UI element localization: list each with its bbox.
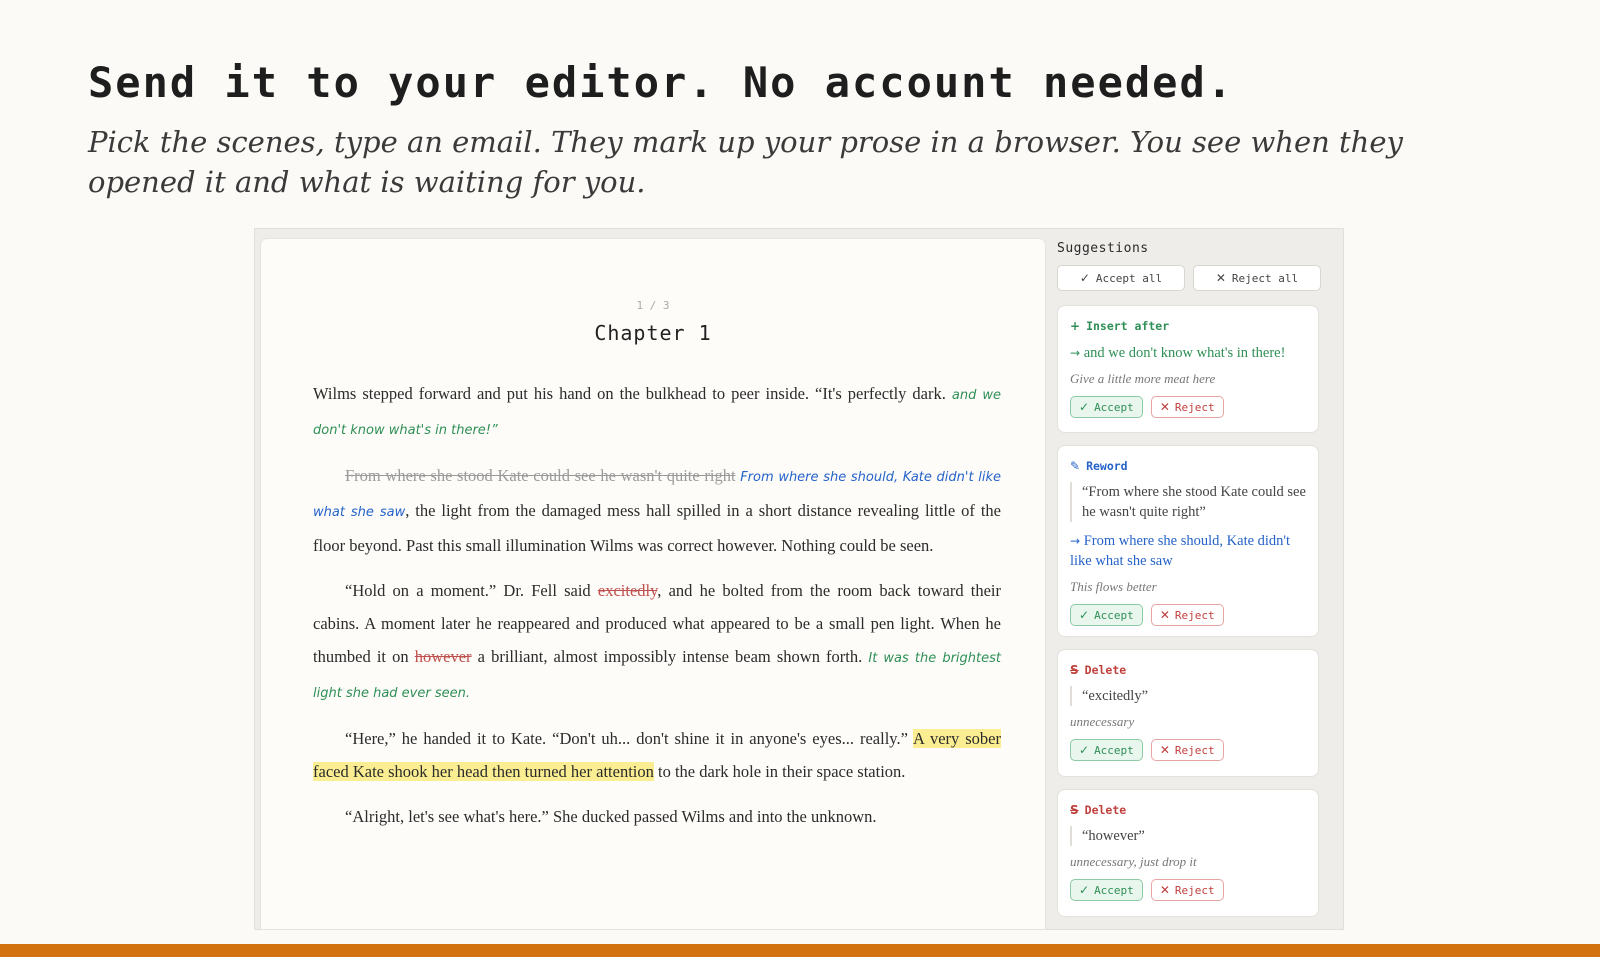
x-icon: ✕ — [1159, 883, 1170, 897]
check-icon: ✓ — [1079, 608, 1090, 622]
original-text: “however” — [1070, 826, 1306, 846]
accept-all-button[interactable]: ✓ Accept all — [1057, 265, 1185, 291]
paragraph-3: “Hold on a moment.” Dr. Fell said excite… — [313, 574, 1001, 710]
strikethrough-icon: S — [1070, 663, 1079, 677]
reject-button[interactable]: ✕ Reject — [1150, 604, 1224, 626]
paragraph-text: a brilliant, almost impossibly intense b… — [471, 647, 863, 666]
hero-headline: Send it to your editor. No account neede… — [88, 58, 1235, 107]
proposed-text: → and we don't know what's in there! — [1070, 345, 1286, 361]
paragraph-text: “Here,” he handed it to Kate. “Don't uh.… — [345, 729, 913, 748]
accept-all-label: Accept all — [1095, 271, 1163, 285]
chapter-title: Chapter 1 — [594, 321, 712, 345]
check-icon: ✓ — [1079, 271, 1090, 285]
hero-subline: Pick the scenes, type an email. They mar… — [88, 125, 1403, 199]
suggestion-card-reword[interactable]: ✎ Reword “From where she stood Kate coul… — [1057, 445, 1319, 637]
editor-note: unnecessary — [1070, 714, 1135, 729]
suggestion-type: ✎ Reword — [1070, 459, 1128, 473]
arrow-right-icon: → — [1070, 346, 1081, 360]
x-icon: ✕ — [1159, 608, 1170, 622]
reject-button[interactable]: ✕ Reject — [1150, 879, 1224, 901]
suggestions-title: Suggestions — [1057, 241, 1149, 256]
suggestion-type: + Insert after — [1070, 319, 1170, 333]
accept-button[interactable]: ✓ Accept — [1070, 396, 1143, 418]
check-icon: ✓ — [1079, 883, 1090, 897]
paragraph-text: to the dark hole in their space station. — [653, 762, 906, 781]
suggestion-card-insert[interactable]: + Insert after → and we don't know what'… — [1057, 305, 1319, 433]
paragraph-text: “Hold on a moment.” Dr. Fell said — [345, 581, 598, 600]
page-counter: 1 / 3 — [636, 299, 670, 312]
paragraph-text: , the light from the damaged mess hall s… — [313, 501, 1001, 555]
suggestion-card-delete[interactable]: S Delete “excitedly” unnecessary ✓ Accept… — [1057, 649, 1319, 777]
x-icon: ✕ — [1215, 271, 1226, 285]
reject-button[interactable]: ✕ Reject — [1150, 739, 1224, 761]
suggestion-type: S Delete — [1070, 663, 1127, 677]
reject-all-label: Reject all — [1231, 271, 1299, 285]
paragraph-1: Wilms stepped forward and put his hand o… — [313, 377, 1001, 447]
paragraph-text: Wilms stepped forward and put his hand o… — [313, 384, 946, 403]
reject-button[interactable]: ✕ Reject — [1150, 396, 1224, 418]
paragraph-text: “Alright, let's see what's here.” She du… — [345, 807, 877, 826]
editor-note: Give a little more meat here — [1070, 371, 1216, 386]
manuscript-page: 1 / 3 Chapter 1 Wilms stepped forward an… — [261, 239, 1045, 929]
accept-button[interactable]: ✓ Accept — [1070, 879, 1143, 901]
pencil-icon: ✎ — [1070, 459, 1081, 473]
reject-all-button[interactable]: ✕ Reject all — [1193, 265, 1321, 291]
accept-button[interactable]: ✓ Accept — [1070, 604, 1143, 626]
original-text: “excitedly” — [1070, 686, 1306, 706]
deleted-text[interactable]: excitedly — [598, 581, 657, 600]
accept-button[interactable]: ✓ Accept — [1070, 739, 1143, 761]
paragraph-5: “Alright, let's see what's here.” She du… — [313, 800, 1001, 833]
suggestions-panel: Suggestions ✓ Accept all ✕ Reject all + … — [1055, 229, 1337, 929]
deleted-text[interactable]: From where she stood Kate could see he w… — [345, 466, 736, 485]
check-icon: ✓ — [1079, 743, 1090, 757]
suggestion-card-delete[interactable]: S Delete “however” unnecessary, just dro… — [1057, 789, 1319, 917]
suggestion-type: S Delete — [1070, 803, 1127, 817]
x-icon: ✕ — [1159, 400, 1170, 414]
plus-icon: + — [1070, 319, 1081, 333]
footer-accent-bar — [0, 944, 1600, 957]
paragraph-4: “Here,” he handed it to Kate. “Don't uh.… — [313, 722, 1001, 788]
original-text: “From where she stood Kate could see he … — [1070, 482, 1306, 522]
manuscript-text: Wilms stepped forward and put his hand o… — [313, 377, 1001, 845]
x-icon: ✕ — [1159, 743, 1170, 757]
strikethrough-icon: S — [1070, 803, 1079, 817]
editor-note: unnecessary, just drop it — [1070, 854, 1197, 869]
deleted-text[interactable]: however — [415, 647, 472, 666]
proposed-text: → From where she should, Kate didn't lik… — [1070, 533, 1291, 569]
paragraph-2: From where she stood Kate could see he w… — [313, 459, 1001, 562]
check-icon: ✓ — [1079, 400, 1090, 414]
arrow-right-icon: → — [1070, 534, 1081, 548]
editor-note: This flows better — [1070, 579, 1157, 594]
editor-app-preview: 1 / 3 Chapter 1 Wilms stepped forward an… — [254, 228, 1344, 930]
